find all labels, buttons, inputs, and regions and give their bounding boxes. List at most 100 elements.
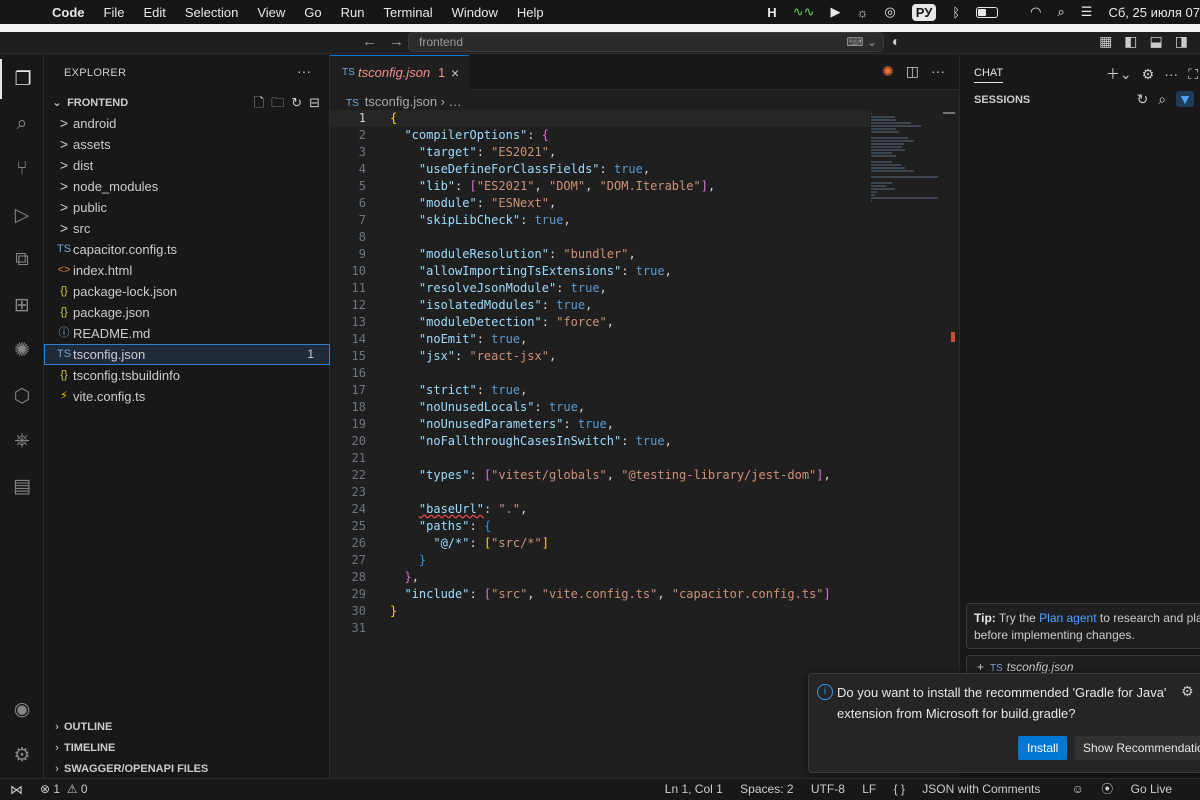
breadcrumb-file[interactable]: tsconfig.json [365, 94, 437, 109]
code-line[interactable]: 13 "moduleDetection": "force", [330, 314, 870, 331]
tree-file[interactable]: {} tsconfig.tsbuildinfo [44, 365, 330, 386]
menu-selection[interactable]: Selection [185, 5, 238, 20]
language-mode[interactable]: { } JSON with Comments [894, 782, 1055, 796]
audio-waveform-icon[interactable]: ∿∿ [793, 4, 815, 20]
encoding[interactable]: UTF-8 [811, 782, 845, 796]
hyperkey-icon[interactable]: H [767, 5, 776, 20]
code-line[interactable]: 6 "module": "ESNext", [330, 195, 870, 212]
refresh-icon[interactable]: ↻ [1137, 91, 1149, 107]
scrollbar-slider[interactable] [943, 112, 955, 114]
toggle-panel-icon[interactable]: ⬓ [1150, 33, 1163, 49]
remote-explorer-icon[interactable]: ⧉ [0, 240, 44, 280]
more-actions-icon[interactable]: ··· [931, 63, 945, 79]
code-line[interactable]: 18 "noUnusedLocals": true, [330, 399, 870, 416]
close-icon[interactable]: × [451, 56, 459, 90]
menubar-clock[interactable]: Сб, 25 июля 07 [1108, 5, 1200, 20]
more-actions-icon[interactable]: ··· [297, 63, 311, 79]
copilot-icon[interactable]: ✺ [0, 330, 44, 370]
code-line[interactable]: 10 "allowImportingTsExtensions": true, [330, 263, 870, 280]
files-icon[interactable]: ❐ [0, 59, 44, 99]
code-line[interactable]: 9 "moduleResolution": "bundler", [330, 246, 870, 263]
tree-folder[interactable]: > android [44, 113, 330, 134]
chat-toggle-icon[interactable]: ⌨ ⌄ [846, 33, 877, 51]
code-line[interactable]: 21 [330, 450, 870, 467]
timeline-section[interactable]: › TIMELINE [50, 738, 115, 759]
end-of-line[interactable]: LF [862, 782, 876, 796]
menu-window[interactable]: Window [452, 5, 498, 20]
install-button[interactable]: Install [1018, 736, 1068, 760]
search-icon[interactable]: ⌕ [1158, 91, 1166, 107]
code-line[interactable]: 4 "useDefineForClassFields": true, [330, 161, 870, 178]
copilot-edit-icon[interactable]: ✺ [882, 63, 894, 79]
new-chat-icon[interactable]: ＋⌄ [1106, 66, 1132, 82]
code-line[interactable]: 12 "isolatedModules": true, [330, 297, 870, 314]
collapse-all-icon[interactable]: ⊟ [309, 95, 320, 110]
tree-file[interactable]: {} package.json [44, 302, 330, 323]
add-context-icon[interactable]: + [977, 660, 984, 674]
refresh-icon[interactable]: ↻ [291, 95, 302, 110]
settings-gear-icon[interactable]: ⚙ [1181, 683, 1194, 700]
menu-terminal[interactable]: Terminal [384, 5, 433, 20]
maximize-icon[interactable]: ⛶ [1188, 66, 1198, 82]
code-line[interactable]: 15 "jsx": "react-jsx", [330, 348, 870, 365]
code-line[interactable]: 7 "skipLibCheck": true, [330, 212, 870, 229]
code-line[interactable]: 16 [330, 365, 870, 382]
airdrop-icon[interactable]: ◎ [884, 4, 895, 20]
back-arrow-icon[interactable]: ← [362, 33, 377, 50]
code-area[interactable]: 1{2 "compilerOptions": {3 "target": "ES2… [330, 110, 870, 637]
minimap[interactable] [871, 113, 943, 233]
toggle-sidebar-icon[interactable]: ◧ [1124, 33, 1137, 49]
tree-file[interactable]: TS capacitor.config.ts [44, 239, 330, 260]
menu-run[interactable]: Run [341, 5, 365, 20]
code-line[interactable]: 31 [330, 620, 870, 637]
code-line[interactable]: 3 "target": "ES2021", [330, 144, 870, 161]
code-line[interactable]: 30} [330, 603, 870, 620]
menu-file[interactable]: File [104, 5, 125, 20]
code-line[interactable]: 2 "compilerOptions": { [330, 127, 870, 144]
code-line[interactable]: 29 "include": ["src", "vite.config.ts", … [330, 586, 870, 603]
tree-folder[interactable]: > dist [44, 155, 330, 176]
toggle-secondary-sidebar-icon[interactable]: ◨ [1175, 33, 1188, 49]
copilot-status-icon[interactable]: ☺ [1072, 782, 1084, 796]
show-recommendations-button[interactable]: Show Recommendations [1075, 736, 1200, 760]
problems-indicator[interactable]: ⊗ 1 ⚠ 0 [40, 779, 88, 800]
brightness-icon[interactable]: ☼ [856, 5, 868, 20]
menu-go[interactable]: Go [304, 5, 321, 20]
command-center[interactable]: frontend ⌨ ⌄ [408, 32, 884, 52]
tree-file[interactable]: <> index.html [44, 260, 330, 281]
package-icon[interactable]: ⬡ [0, 376, 44, 416]
copilot-status-icon[interactable]: ◐ [892, 33, 900, 49]
new-file-icon[interactable]: 🗋 [254, 95, 264, 110]
outline-section[interactable]: › OUTLINE [50, 717, 112, 738]
code-line[interactable]: 22 "types": ["vitest/globals", "@testing… [330, 467, 870, 484]
tree-file[interactable]: ⚡ vite.config.ts [44, 386, 330, 407]
plan-agent-link[interactable]: Plan agent [1039, 611, 1096, 625]
cursor-position[interactable]: Ln 1, Col 1 [665, 782, 723, 796]
tab-tsconfig[interactable]: TS tsconfig.json 1 × [330, 55, 469, 90]
swagger-section[interactable]: › SWAGGER/OPENAPI FILES [50, 759, 208, 780]
battery-icon[interactable] [976, 6, 1014, 18]
tree-folder[interactable]: > assets [44, 134, 330, 155]
extensions-icon[interactable]: ⊞ [0, 285, 44, 325]
spotlight-search-icon[interactable]: ⌕ [1058, 4, 1065, 20]
code-line[interactable]: 23 [330, 484, 870, 501]
run-debug-icon[interactable]: ▷ [0, 195, 44, 235]
menu-view[interactable]: View [257, 5, 285, 20]
code-line[interactable]: 11 "resolveJsonModule": true, [330, 280, 870, 297]
split-editor-icon[interactable]: ◫ [906, 63, 919, 79]
wifi-icon[interactable]: ◠ [1030, 4, 1041, 20]
code-line[interactable]: 24 "baseUrl": ".", [330, 501, 870, 518]
code-line[interactable]: 26 "@/*": ["src/*"] [330, 535, 870, 552]
tree-file[interactable]: ⓘ README.md [44, 323, 330, 344]
search-icon[interactable]: ⌕ [0, 104, 44, 144]
keyboard-layout-badge[interactable]: РУ [911, 3, 937, 21]
code-line[interactable]: 8 [330, 229, 870, 246]
tree-file[interactable]: TS tsconfig.json 1 [44, 344, 330, 365]
workspace-folder-header[interactable]: ⌄ FRONTEND 🗋 🗀 ↻ ⊟ [50, 93, 324, 113]
control-center-icon[interactable]: ☰ [1081, 4, 1093, 20]
code-line[interactable]: 25 "paths": { [330, 518, 870, 535]
breadcrumb-symbol[interactable]: … [449, 94, 462, 109]
new-folder-icon[interactable]: 🗀 [271, 95, 284, 110]
more-actions-icon[interactable]: ··· [1164, 66, 1178, 82]
notebook-icon[interactable]: ▤ [0, 466, 44, 506]
